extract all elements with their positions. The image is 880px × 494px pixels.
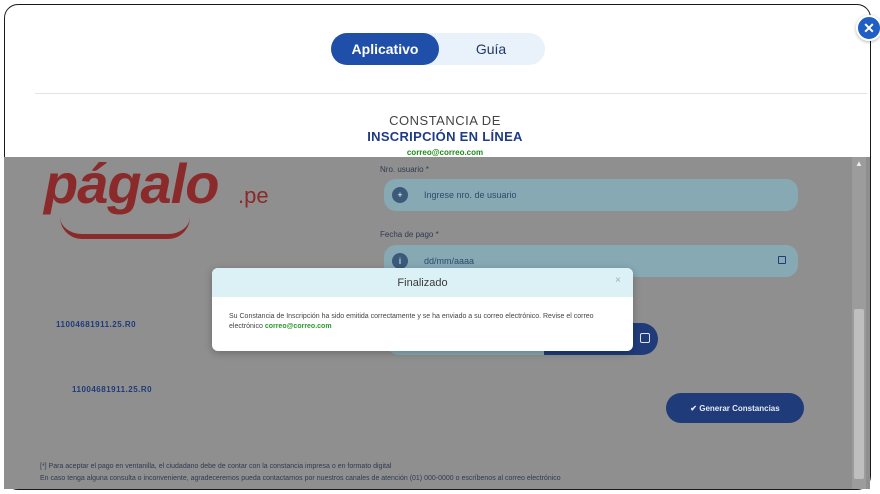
close-icon: ✕ [863, 19, 875, 36]
user-number-input[interactable]: + Ingrese nro. de usuario [384, 179, 798, 211]
dialog-close-icon[interactable]: × [615, 275, 621, 286]
user-icon: + [392, 187, 408, 203]
footer-note-1: [*] Para aceptar el pago en ventanilla, … [40, 463, 392, 470]
scrollbar-thumb[interactable] [854, 309, 864, 479]
finalizado-dialog: Finalizado × Su Constancia de Inscripció… [212, 268, 633, 351]
calendar-icon[interactable] [778, 256, 786, 264]
dialog-body: Su Constancia de Inscripción ha sido emi… [212, 297, 633, 332]
user-number-label: Nro. usuario * [380, 165, 429, 174]
pagalo-logo: págalo .pe [42, 157, 302, 243]
footer-note-2: En caso tenga alguna consulta o inconven… [40, 475, 561, 482]
tab-aplicativo[interactable]: Aplicativo [331, 33, 439, 65]
page-title-line2: INSCRIPCIÓN EN LÍNEA [367, 129, 523, 144]
logo-text: págalo [44, 157, 219, 215]
info-icon: i [392, 253, 408, 269]
copy-icon [640, 333, 650, 343]
logo-suffix: .pe [238, 183, 269, 208]
header-divider [35, 93, 867, 94]
dialog-header: Finalizado × [212, 268, 633, 297]
tab-guia[interactable]: Guía [439, 33, 543, 65]
user-number-placeholder: Ingrese nro. de usuario [424, 190, 517, 200]
dialog-email: correo@correo.com [264, 323, 332, 330]
generate-constancias-button[interactable]: ✔ Generar Constancias [666, 393, 804, 423]
payment-date-label: Fecha de pago * [380, 230, 439, 239]
tab-switcher: Aplicativo Guía [331, 33, 545, 65]
logo-arc [60, 217, 190, 239]
scroll-up-icon[interactable]: ▲ [855, 159, 863, 168]
code-line-1: 11004681911.25.R0 [56, 320, 137, 329]
close-button[interactable]: ✕ [856, 15, 880, 41]
page-email: correo@correo.com [406, 148, 484, 157]
payment-date-placeholder: dd/mm/aaaa [424, 256, 475, 266]
code-line-2: 11004681911.25.R0 [72, 385, 153, 394]
dialog-title: Finalizado [397, 276, 448, 289]
page-title-line1: CONSTANCIA DE [389, 113, 501, 128]
